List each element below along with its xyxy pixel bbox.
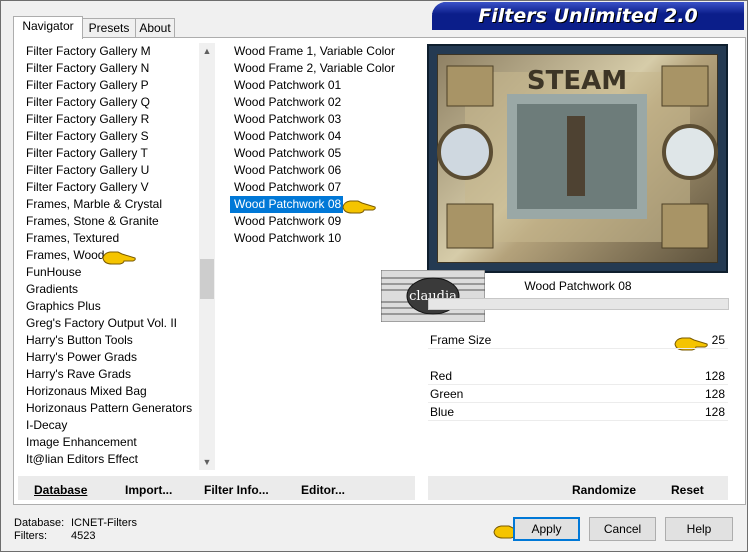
param-label-frame-size: Frame Size bbox=[430, 333, 492, 347]
param-label-blue: Blue bbox=[430, 405, 455, 419]
param-value-green[interactable]: 128 bbox=[705, 387, 725, 401]
category-item[interactable]: It@lian Editors Effect bbox=[22, 451, 198, 468]
param-slider-frame-size[interactable] bbox=[428, 348, 728, 349]
filter-item[interactable]: Wood Patchwork 05 bbox=[230, 145, 420, 162]
filter-info-button[interactable]: Filter Info... bbox=[204, 483, 269, 497]
randomize-button[interactable]: Randomize bbox=[572, 483, 636, 497]
category-item[interactable]: Greg's Factory Output Vol. II bbox=[22, 315, 198, 332]
pointing-hand-icon bbox=[674, 337, 708, 351]
category-item[interactable]: Frames, Stone & Granite bbox=[22, 213, 198, 230]
param-slider-blue[interactable] bbox=[428, 420, 728, 421]
filter-item[interactable]: Wood Patchwork 10 bbox=[230, 230, 420, 247]
param-value-frame-size[interactable]: 25 bbox=[712, 333, 725, 347]
filters-status: Filters: 4523 bbox=[14, 530, 96, 542]
filter-preview: STEAM bbox=[427, 44, 728, 273]
category-item[interactable]: Filter Factory Gallery Q bbox=[22, 94, 198, 111]
filter-item[interactable]: Wood Frame 2, Variable Color bbox=[230, 60, 420, 77]
preview-image: STEAM bbox=[436, 53, 719, 264]
category-item[interactable]: Filter Factory Gallery T bbox=[22, 145, 198, 162]
database-button[interactable]: Database bbox=[34, 483, 87, 497]
tab-about[interactable]: About bbox=[135, 18, 175, 38]
filter-item[interactable]: Wood Patchwork 03 bbox=[230, 111, 420, 128]
filter-item[interactable]: Wood Patchwork 04 bbox=[230, 128, 420, 145]
filter-item[interactable]: Wood Patchwork 09 bbox=[230, 213, 420, 230]
pointing-hand-icon bbox=[102, 251, 136, 265]
filter-item[interactable]: Wood Patchwork 01 bbox=[230, 77, 420, 94]
category-item[interactable]: Filter Factory Gallery V bbox=[22, 179, 198, 196]
scroll-up-arrow-icon[interactable]: ▲ bbox=[199, 43, 215, 59]
category-item[interactable]: Graphics Plus bbox=[22, 298, 198, 315]
filter-item-selected[interactable]: Wood Patchwork 08 bbox=[230, 196, 344, 213]
reset-button[interactable]: Reset bbox=[671, 483, 704, 497]
category-item[interactable]: Gradients bbox=[22, 281, 198, 298]
category-item[interactable]: Frames, Textured bbox=[22, 230, 198, 247]
category-item[interactable]: I-Decay bbox=[22, 417, 198, 434]
title-banner: Filters Unlimited 2.0 bbox=[432, 2, 744, 30]
import-button[interactable]: Import... bbox=[125, 483, 172, 497]
param-label-red: Red bbox=[430, 369, 453, 383]
param-label-green: Green bbox=[430, 387, 464, 401]
filter-item[interactable]: Wood Frame 1, Variable Color bbox=[230, 43, 420, 60]
category-item[interactable]: Harry's Rave Grads bbox=[22, 366, 198, 383]
category-scrollbar[interactable]: ▲ ▼ bbox=[199, 43, 215, 470]
tab-navigator[interactable]: Navigator bbox=[13, 16, 83, 39]
category-item[interactable]: Filter Factory Gallery P bbox=[22, 77, 198, 94]
scroll-down-arrow-icon[interactable]: ▼ bbox=[199, 454, 215, 470]
param-value-blue[interactable]: 128 bbox=[705, 405, 725, 419]
apply-button[interactable]: Apply bbox=[513, 517, 580, 541]
category-item[interactable]: Frames, Marble & Crystal bbox=[22, 196, 198, 213]
category-item[interactable]: Image Enhancement bbox=[22, 434, 198, 451]
watermark-badge: claudia bbox=[381, 270, 485, 322]
filter-item[interactable]: Wood Patchwork 02 bbox=[230, 94, 420, 111]
category-item[interactable]: Horizonaus Pattern Generators bbox=[22, 400, 198, 417]
preview-filter-title: Wood Patchwork 08 bbox=[524, 279, 632, 293]
category-item[interactable]: Filter Factory Gallery R bbox=[22, 111, 198, 128]
category-item[interactable]: Horizonaus Mixed Bag bbox=[22, 383, 198, 400]
category-item[interactable]: Filter Factory Gallery S bbox=[22, 128, 198, 145]
param-slider-red[interactable] bbox=[428, 384, 728, 385]
param-value-red[interactable]: 128 bbox=[705, 369, 725, 383]
category-item[interactable]: Filter Factory Gallery U bbox=[22, 162, 198, 179]
category-item[interactable]: Harry's Button Tools bbox=[22, 332, 198, 349]
help-button[interactable]: Help bbox=[665, 517, 733, 541]
category-item[interactable]: Filter Factory Gallery N bbox=[22, 60, 198, 77]
filter-item[interactable]: Wood Patchwork 07 bbox=[230, 179, 420, 196]
window-title: Filters Unlimited 2.0 bbox=[478, 5, 698, 27]
filter-list[interactable]: Wood Frame 1, Variable Color Wood Frame 2… bbox=[230, 43, 420, 463]
tab-presets[interactable]: Presets bbox=[81, 18, 137, 38]
cancel-button[interactable]: Cancel bbox=[589, 517, 656, 541]
category-item[interactable]: Harry's Power Grads bbox=[22, 349, 198, 366]
scrollbar-thumb[interactable] bbox=[200, 259, 214, 299]
editor-button[interactable]: Editor... bbox=[301, 483, 345, 497]
pointing-hand-icon bbox=[342, 200, 376, 214]
filter-item[interactable]: Wood Patchwork 06 bbox=[230, 162, 420, 179]
category-item[interactable]: FunHouse bbox=[22, 264, 198, 281]
preview-bar bbox=[428, 298, 729, 310]
param-slider-green[interactable] bbox=[428, 402, 728, 403]
preview-steam-text: STEAM bbox=[527, 66, 627, 96]
category-item[interactable]: Filter Factory Gallery M bbox=[22, 43, 198, 60]
database-status: Database: ICNET-Filters bbox=[14, 517, 137, 529]
